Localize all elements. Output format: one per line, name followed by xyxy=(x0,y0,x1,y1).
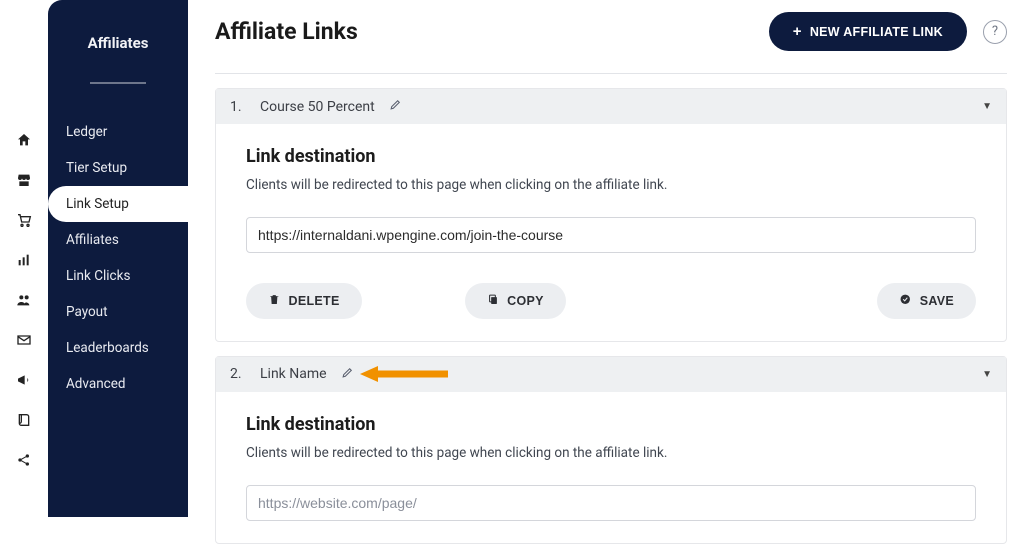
chevron-down-icon[interactable]: ▼ xyxy=(982,369,992,380)
cart-icon[interactable] xyxy=(14,210,34,230)
sidebar-item-ledger[interactable]: Ledger xyxy=(48,114,188,150)
pencil-icon[interactable] xyxy=(341,366,354,383)
book-icon[interactable] xyxy=(14,410,34,430)
home-icon[interactable] xyxy=(14,130,34,150)
panel-button-row: DELETE COPY SAVE xyxy=(246,283,976,319)
affiliate-link-panel-1: 1. Course 50 Percent ▼ Link destination … xyxy=(215,88,1007,342)
save-label: SAVE xyxy=(920,294,954,308)
sidebar-item-affiliates[interactable]: Affiliates xyxy=(48,222,188,258)
sidebar-item-link-clicks[interactable]: Link Clicks xyxy=(48,258,188,294)
panel-number: 1. xyxy=(230,99,246,115)
plus-icon: + xyxy=(793,23,802,40)
new-affiliate-link-label: NEW AFFILIATE LINK xyxy=(810,25,943,39)
copy-label: COPY xyxy=(507,294,544,308)
check-circle-icon xyxy=(899,293,912,309)
link-destination-input[interactable] xyxy=(246,485,976,521)
sidebar-divider xyxy=(90,82,146,84)
chevron-down-icon[interactable]: ▼ xyxy=(982,101,992,112)
panel-title: Course 50 Percent xyxy=(260,99,375,115)
main-content: Affiliate Links + NEW AFFILIATE LINK ? 1… xyxy=(215,12,1007,558)
sidebar-title: Affiliates xyxy=(48,34,188,82)
store-icon[interactable] xyxy=(14,170,34,190)
save-button[interactable]: SAVE xyxy=(877,283,976,319)
copy-icon xyxy=(487,293,500,309)
mail-icon[interactable] xyxy=(14,330,34,350)
share-icon[interactable] xyxy=(14,450,34,470)
affiliate-link-panel-2: 2. Link Name ▼ Link destination Clients … xyxy=(215,356,1007,544)
delete-button[interactable]: DELETE xyxy=(246,283,362,319)
section-title: Link destination xyxy=(246,414,976,435)
sidebar-item-advanced[interactable]: Advanced xyxy=(48,366,188,402)
header-row: Affiliate Links + NEW AFFILIATE LINK ? xyxy=(215,12,1007,51)
bars-icon[interactable] xyxy=(14,250,34,270)
header-actions: + NEW AFFILIATE LINK ? xyxy=(769,12,1007,51)
link-destination-input[interactable] xyxy=(246,217,976,253)
page-title: Affiliate Links xyxy=(215,18,358,45)
header-divider xyxy=(215,73,1007,74)
delete-label: DELETE xyxy=(289,294,340,308)
panel-body-1: Link destination Clients will be redirec… xyxy=(216,124,1006,341)
users-icon[interactable] xyxy=(14,290,34,310)
sidebar: Affiliates Ledger Tier Setup Link Setup … xyxy=(48,0,188,517)
sidebar-item-leaderboards[interactable]: Leaderboards xyxy=(48,330,188,366)
panel-header-2[interactable]: 2. Link Name ▼ xyxy=(216,357,1006,392)
annotation-arrow-icon xyxy=(356,362,451,386)
megaphone-icon[interactable] xyxy=(14,370,34,390)
section-description: Clients will be redirected to this page … xyxy=(246,177,976,193)
pencil-icon[interactable] xyxy=(389,98,402,115)
panel-header-1[interactable]: 1. Course 50 Percent ▼ xyxy=(216,89,1006,124)
section-description: Clients will be redirected to this page … xyxy=(246,445,976,461)
sidebar-item-link-setup[interactable]: Link Setup xyxy=(48,186,190,222)
new-affiliate-link-button[interactable]: + NEW AFFILIATE LINK xyxy=(769,12,967,51)
panel-title: Link Name xyxy=(260,366,327,382)
help-icon[interactable]: ? xyxy=(983,20,1007,44)
copy-button[interactable]: COPY xyxy=(465,283,566,319)
sidebar-item-payout[interactable]: Payout xyxy=(48,294,188,330)
panel-number: 2. xyxy=(230,366,246,382)
trash-icon xyxy=(268,293,281,309)
icon-rail xyxy=(0,0,48,517)
section-title: Link destination xyxy=(246,146,976,167)
sidebar-item-tier-setup[interactable]: Tier Setup xyxy=(48,150,188,186)
panel-body-2: Link destination Clients will be redirec… xyxy=(216,392,1006,543)
